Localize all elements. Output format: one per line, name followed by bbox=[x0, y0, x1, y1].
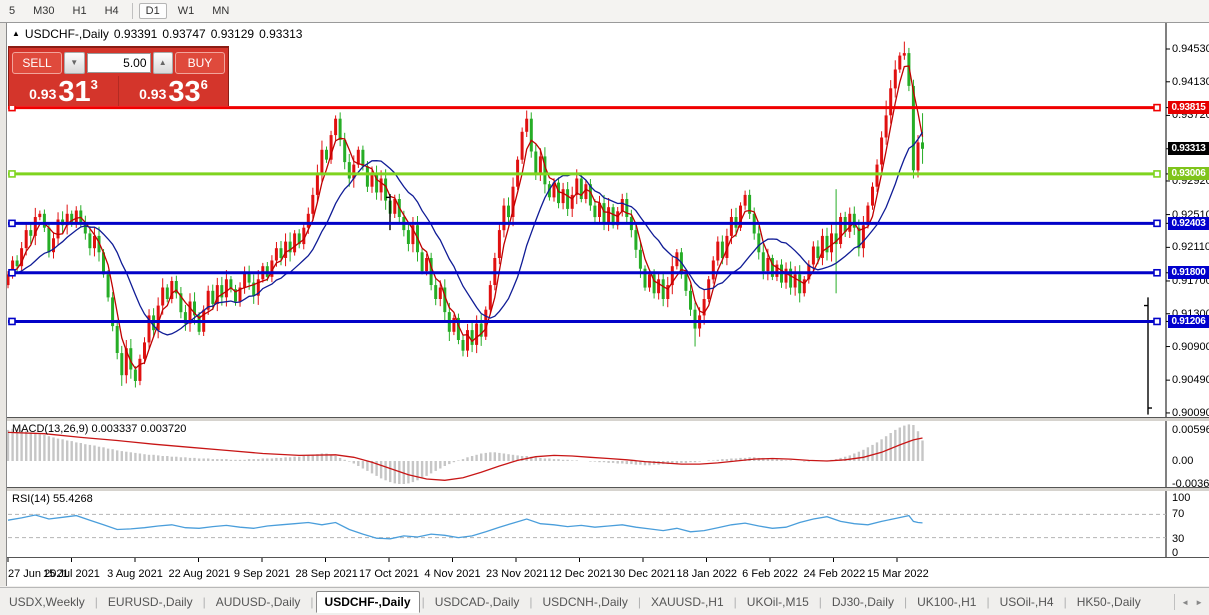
chart-window: ▲ USDCHF-,Daily 0.93391 0.93747 0.93129 … bbox=[0, 23, 1209, 586]
tab-separator: | bbox=[818, 595, 822, 609]
chart-tab-ukoil-m15[interactable]: UKOil-,M15 bbox=[739, 592, 817, 612]
macd-axis-label: -0.003664 bbox=[1172, 478, 1209, 490]
sell-price-point: 3 bbox=[90, 77, 98, 92]
chart-tab-xauusd-h1[interactable]: XAUUSD-,H1 bbox=[643, 592, 732, 612]
buy-price-base: 0.93 bbox=[139, 86, 167, 102]
timeframe-button-5[interactable]: 5 bbox=[2, 3, 22, 19]
chart-tab-usdcnh-daily[interactable]: USDCNH-,Daily bbox=[535, 592, 636, 612]
price-tick-label: 0.90900 bbox=[1172, 340, 1209, 353]
sell-price-base: 0.93 bbox=[29, 86, 57, 102]
tab-separator: | bbox=[202, 595, 206, 609]
date-tick-label: 22 Aug 2021 bbox=[168, 568, 231, 580]
sell-price-pips: 31 bbox=[58, 76, 91, 108]
sell-button[interactable]: SELL bbox=[12, 52, 63, 74]
price-tick-label: 0.92110 bbox=[1172, 241, 1209, 254]
chart-tab-usoil-h4[interactable]: USOil-,H4 bbox=[992, 592, 1062, 612]
rsi-axis-label: 0 bbox=[1172, 547, 1179, 559]
tab-separator: | bbox=[421, 595, 425, 609]
volume-increase-button[interactable]: ▲ bbox=[152, 52, 173, 74]
date-tick-label: 18 Jan 2022 bbox=[676, 568, 738, 580]
price-badge-0.92403: 0.92403 bbox=[1168, 216, 1209, 230]
tab-scroll-left-icon[interactable]: ◄ bbox=[1181, 598, 1189, 607]
price-badge-0.93006: 0.93006 bbox=[1168, 167, 1209, 181]
timeframe-button-M30[interactable]: M30 bbox=[26, 3, 61, 19]
tab-scroll-right-icon[interactable]: ► bbox=[1195, 598, 1203, 607]
collapse-icon[interactable]: ▲ bbox=[12, 29, 20, 38]
chart-tab-usdx-weekly[interactable]: USDX,Weekly bbox=[1, 592, 93, 612]
rsi-axis-label: 30 bbox=[1172, 533, 1185, 545]
timeframe-button-H4[interactable]: H4 bbox=[98, 3, 126, 19]
timeframe-button-H1[interactable]: H1 bbox=[66, 3, 94, 19]
chart-tab-dj30-daily[interactable]: DJ30-,Daily bbox=[824, 592, 902, 612]
chart-tab-uk100-h1[interactable]: UK100-,H1 bbox=[909, 592, 984, 612]
one-click-trading-panel: SELL ▼ ▲ BUY 0.93 31 3 0.93 33 6 bbox=[8, 46, 229, 108]
price-tick-label: 0.90490 bbox=[1172, 374, 1209, 387]
timeframe-button-W1[interactable]: W1 bbox=[171, 3, 202, 19]
date-tick-label: 30 Dec 2021 bbox=[613, 568, 676, 580]
chart-tab-eurusd-daily[interactable]: EURUSD-,Daily bbox=[100, 592, 201, 612]
rsi-axis-label: 100 bbox=[1172, 492, 1191, 504]
tab-separator: | bbox=[310, 595, 314, 609]
volume-input[interactable] bbox=[86, 53, 151, 73]
tab-separator: | bbox=[1063, 595, 1067, 609]
tab-separator: | bbox=[637, 595, 641, 609]
date-tick-label: 23 Nov 2021 bbox=[486, 568, 549, 580]
date-tick-label: 6 Feb 2022 bbox=[742, 568, 798, 580]
buy-price-pips: 33 bbox=[168, 76, 201, 108]
chart-tab-hk50-daily[interactable]: HK50-,Daily bbox=[1069, 592, 1149, 612]
tab-separator: | bbox=[94, 595, 98, 609]
date-tick-label: 15 Jul 2021 bbox=[43, 568, 100, 580]
macd-label: MACD(13,26,9) 0.003337 0.003720 bbox=[12, 423, 187, 435]
date-tick-label: 9 Sep 2021 bbox=[233, 568, 291, 580]
tab-separator: | bbox=[529, 595, 533, 609]
price-badge-0.91800: 0.91800 bbox=[1168, 266, 1209, 280]
tab-separator: | bbox=[903, 595, 908, 609]
price-badge-0.93313: 0.93313 bbox=[1168, 142, 1209, 156]
price-tick-label: 0.90090 bbox=[1172, 406, 1209, 419]
date-tick-label: 24 Feb 2022 bbox=[803, 568, 866, 580]
rsi-axis-label: 70 bbox=[1172, 508, 1185, 520]
price-badge-0.93815: 0.93815 bbox=[1168, 101, 1209, 115]
sell-price[interactable]: 0.93 31 3 bbox=[9, 76, 118, 108]
toolbar-separator bbox=[131, 3, 133, 19]
macd-axis-label: 0.00 bbox=[1172, 455, 1194, 467]
date-tick-label: 17 Oct 2021 bbox=[359, 568, 419, 580]
tab-separator: | bbox=[733, 595, 737, 609]
mt4-terminal: 5 M30 H1 H4 D1 W1 MN ▲ USDCHF-,Daily 0.93391 0… bbox=[0, 0, 1209, 615]
chart-tab-usdchf-daily[interactable]: USDCHF-,Daily bbox=[315, 591, 420, 613]
date-tick-label: 15 Mar 2022 bbox=[867, 568, 929, 580]
date-tick-label: 28 Sep 2021 bbox=[295, 568, 358, 580]
timeframe-button-D1[interactable]: D1 bbox=[138, 3, 167, 19]
buy-price-point: 6 bbox=[200, 77, 208, 92]
timeframe-button-MN[interactable]: MN bbox=[205, 3, 236, 19]
rsi-label: RSI(14) 55.4268 bbox=[12, 493, 93, 505]
rsi-value: 55.4268 bbox=[52, 493, 93, 505]
tab-separator bbox=[1174, 594, 1176, 610]
ohlc-high: 0.93747 bbox=[162, 27, 206, 41]
date-tick-label: 12 Dec 2021 bbox=[549, 568, 612, 580]
buy-button[interactable]: BUY bbox=[174, 52, 225, 74]
tab-separator: | bbox=[986, 595, 990, 609]
chart-tab-audusd-daily[interactable]: AUDUSD-,Daily bbox=[208, 592, 309, 612]
price-tick-label: 0.94530 bbox=[1172, 43, 1209, 55]
price-badge-0.91206: 0.91206 bbox=[1168, 314, 1209, 328]
ohlc-close: 0.93313 bbox=[259, 27, 303, 41]
date-tick-label: 4 Nov 2021 bbox=[424, 568, 481, 580]
macd-value-signal: 0.003720 bbox=[140, 423, 187, 435]
macd-axis-label: 0.005963 bbox=[1172, 424, 1209, 436]
chart-tab-bar: USDX,Weekly | EURUSD-,Daily | AUDUSD-,Daily |… bbox=[0, 587, 1209, 615]
volume-decrease-button[interactable]: ▼ bbox=[64, 52, 85, 74]
macd-value-main: 0.003337 bbox=[91, 423, 138, 435]
date-tick-label: 3 Aug 2021 bbox=[107, 568, 163, 580]
price-tick-label: 0.94130 bbox=[1172, 75, 1209, 88]
buy-price[interactable]: 0.93 33 6 bbox=[119, 76, 228, 108]
chart-symbol-label: USDCHF-,Daily bbox=[24, 27, 109, 41]
ohlc-low: 0.93129 bbox=[210, 27, 255, 41]
window-left-frame bbox=[0, 23, 7, 586]
chart-title: ▲ USDCHF-,Daily 0.93391 0.93747 0.93129 … bbox=[12, 27, 302, 41]
ohlc-open: 0.93391 bbox=[113, 27, 158, 41]
chart-tab-usdcad-daily[interactable]: USDCAD-,Daily bbox=[427, 592, 528, 612]
timeframe-toolbar: 5 M30 H1 H4 D1 W1 MN bbox=[0, 0, 1209, 23]
